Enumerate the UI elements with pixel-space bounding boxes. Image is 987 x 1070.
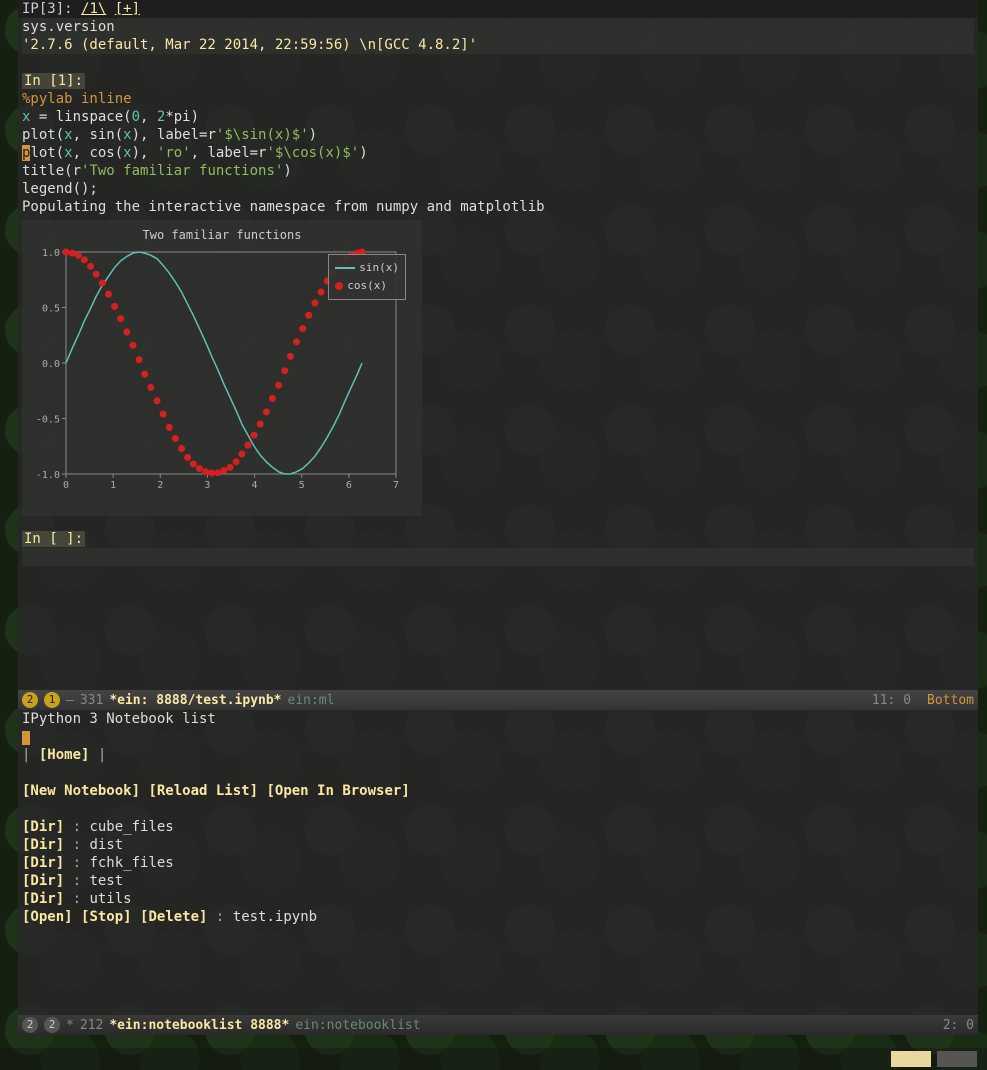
- kernel-indicator: IP[3]:: [22, 1, 73, 17]
- reload-list-button[interactable]: [Reload List]: [148, 783, 258, 799]
- nb-item-name: test: [89, 873, 123, 889]
- modeline-size-b: 212: [80, 1018, 103, 1033]
- in-prompt-empty: In [ ]:: [22, 531, 85, 547]
- in-prompt: In [1]:: [22, 73, 85, 89]
- nb-items: [Dir] : cube_files [Dir] : dist [Dir] : …: [22, 818, 974, 926]
- nb-list-item[interactable]: [Dir] : cube_files: [22, 818, 974, 836]
- new-tab-button[interactable]: [+]: [115, 1, 140, 17]
- new-notebook-button[interactable]: [New Notebook]: [22, 783, 140, 799]
- nb-home-button[interactable]: [Home]: [39, 747, 90, 763]
- svg-text:3: 3: [204, 480, 210, 491]
- nb-breadcrumb: | [Home] |: [22, 746, 974, 764]
- nb-list-item[interactable]: [Open] [Stop] [Delete] : test.ipynb: [22, 908, 974, 926]
- svg-text:4: 4: [252, 480, 258, 491]
- workspace-indicator-2c[interactable]: 2: [44, 1017, 60, 1033]
- legend-entry-sin: sin(x): [359, 259, 399, 277]
- svg-text:-0.5: -0.5: [36, 415, 60, 426]
- text-cursor-bottom: [22, 731, 30, 745]
- top-tab-bar: IP[3]: /1\ [+]: [18, 0, 978, 18]
- chart-title: Two familiar functions: [26, 226, 418, 244]
- workspace-indicator-2b[interactable]: 2: [22, 1017, 38, 1033]
- nb-list-item[interactable]: [Dir] : test: [22, 872, 974, 890]
- nb-item-name: fchk_files: [89, 855, 173, 871]
- nb-item-tag[interactable]: [Dir]: [22, 855, 64, 871]
- nb-item-tag[interactable]: [Open]: [22, 909, 73, 925]
- taskbar-item[interactable]: [891, 1051, 931, 1067]
- major-mode-b: ein:notebooklist: [295, 1018, 420, 1033]
- workspace-indicator-1[interactable]: 1: [44, 692, 60, 708]
- taskbar-item[interactable]: [937, 1051, 977, 1067]
- modeline-size: 331: [80, 693, 103, 708]
- notebooklist-pane: IPython 3 Notebook list | [Home] | [New …: [18, 710, 978, 1015]
- nb-item-name: utils: [89, 891, 131, 907]
- svg-text:6: 6: [346, 480, 352, 491]
- chart-legend: sin(x) cos(x): [328, 254, 406, 300]
- nb-item-tag[interactable]: [Dir]: [22, 819, 64, 835]
- cell-1[interactable]: In [1]: %pylab inline x = linspace(0, 2*…: [22, 72, 974, 516]
- nb-item-tag[interactable]: [Dir]: [22, 837, 64, 853]
- open-in-browser-button[interactable]: [Open In Browser]: [266, 783, 409, 799]
- notebook-pane: IP[3]: /1\ [+] sys.version '2.7.6 (defau…: [18, 0, 978, 690]
- svg-text:1: 1: [110, 480, 116, 491]
- active-tab[interactable]: /1\: [81, 1, 106, 17]
- nb-item-tag[interactable]: [Dir]: [22, 873, 64, 889]
- line-col-b: 2: 0: [943, 1018, 974, 1033]
- modeline-star: *: [66, 1018, 74, 1033]
- svg-text:5: 5: [299, 480, 305, 491]
- nb-list-item[interactable]: [Dir] : fchk_files: [22, 854, 974, 872]
- nb-item-name: cube_files: [89, 819, 173, 835]
- cell-0-output: sys.version '2.7.6 (default, Mar 22 2014…: [22, 18, 974, 54]
- buffer-name[interactable]: *ein: 8888/test.ipynb*: [109, 693, 281, 708]
- notebooklist-title: IPython 3 Notebook list: [22, 710, 974, 728]
- nb-item-name: dist: [89, 837, 123, 853]
- output-text: '2.7.6 (default, Mar 22 2014, 22:59:56) …: [22, 37, 477, 53]
- cell-2[interactable]: In [ ]:: [22, 530, 974, 566]
- line-col: 11: 0: [872, 693, 911, 708]
- legend-entry-cos: cos(x): [347, 277, 387, 295]
- nb-list-item[interactable]: [Dir] : dist: [22, 836, 974, 854]
- svg-text:0.0: 0.0: [42, 359, 60, 370]
- cell-1-stdout: Populating the interactive namespace fro…: [22, 198, 974, 216]
- scroll-position: Bottom: [927, 693, 974, 708]
- os-taskbar: [0, 1048, 987, 1070]
- major-mode: ein:ml: [288, 693, 335, 708]
- modeline-dash: –: [66, 693, 74, 708]
- nb-item-tag[interactable]: [Dir]: [22, 891, 64, 907]
- workspace-indicator-2[interactable]: 2: [22, 692, 38, 708]
- nb-item-tag[interactable]: [Delete]: [140, 909, 207, 925]
- modeline-bottom: 2 2 * 212 *ein:notebooklist 8888* ein:no…: [18, 1015, 978, 1035]
- svg-text:2: 2: [157, 480, 163, 491]
- buffer-name-b[interactable]: *ein:notebooklist 8888*: [109, 1018, 289, 1033]
- nb-item-tag[interactable]: [Stop]: [81, 909, 132, 925]
- nb-actions-row: [New Notebook] [Reload List] [Open In Br…: [22, 782, 974, 800]
- svg-text:7: 7: [393, 480, 399, 491]
- svg-text:0: 0: [63, 480, 69, 491]
- modeline-top: 2 1 – 331 *ein: 8888/test.ipynb* ein:ml …: [18, 690, 978, 710]
- cell-1-code[interactable]: %pylab inline x = linspace(0, 2*pi) plot…: [22, 90, 974, 198]
- nb-list-item[interactable]: [Dir] : utils: [22, 890, 974, 908]
- nb-item-name: test.ipynb: [233, 909, 317, 925]
- svg-text:0.5: 0.5: [42, 304, 60, 315]
- svg-text:1.0: 1.0: [42, 248, 60, 259]
- chart-output: Two familiar functions -1.0 -0.5 0.0 0.5 1.0…: [22, 220, 422, 516]
- svg-text:-1.0: -1.0: [36, 470, 60, 481]
- code-line: sys.version: [22, 19, 115, 35]
